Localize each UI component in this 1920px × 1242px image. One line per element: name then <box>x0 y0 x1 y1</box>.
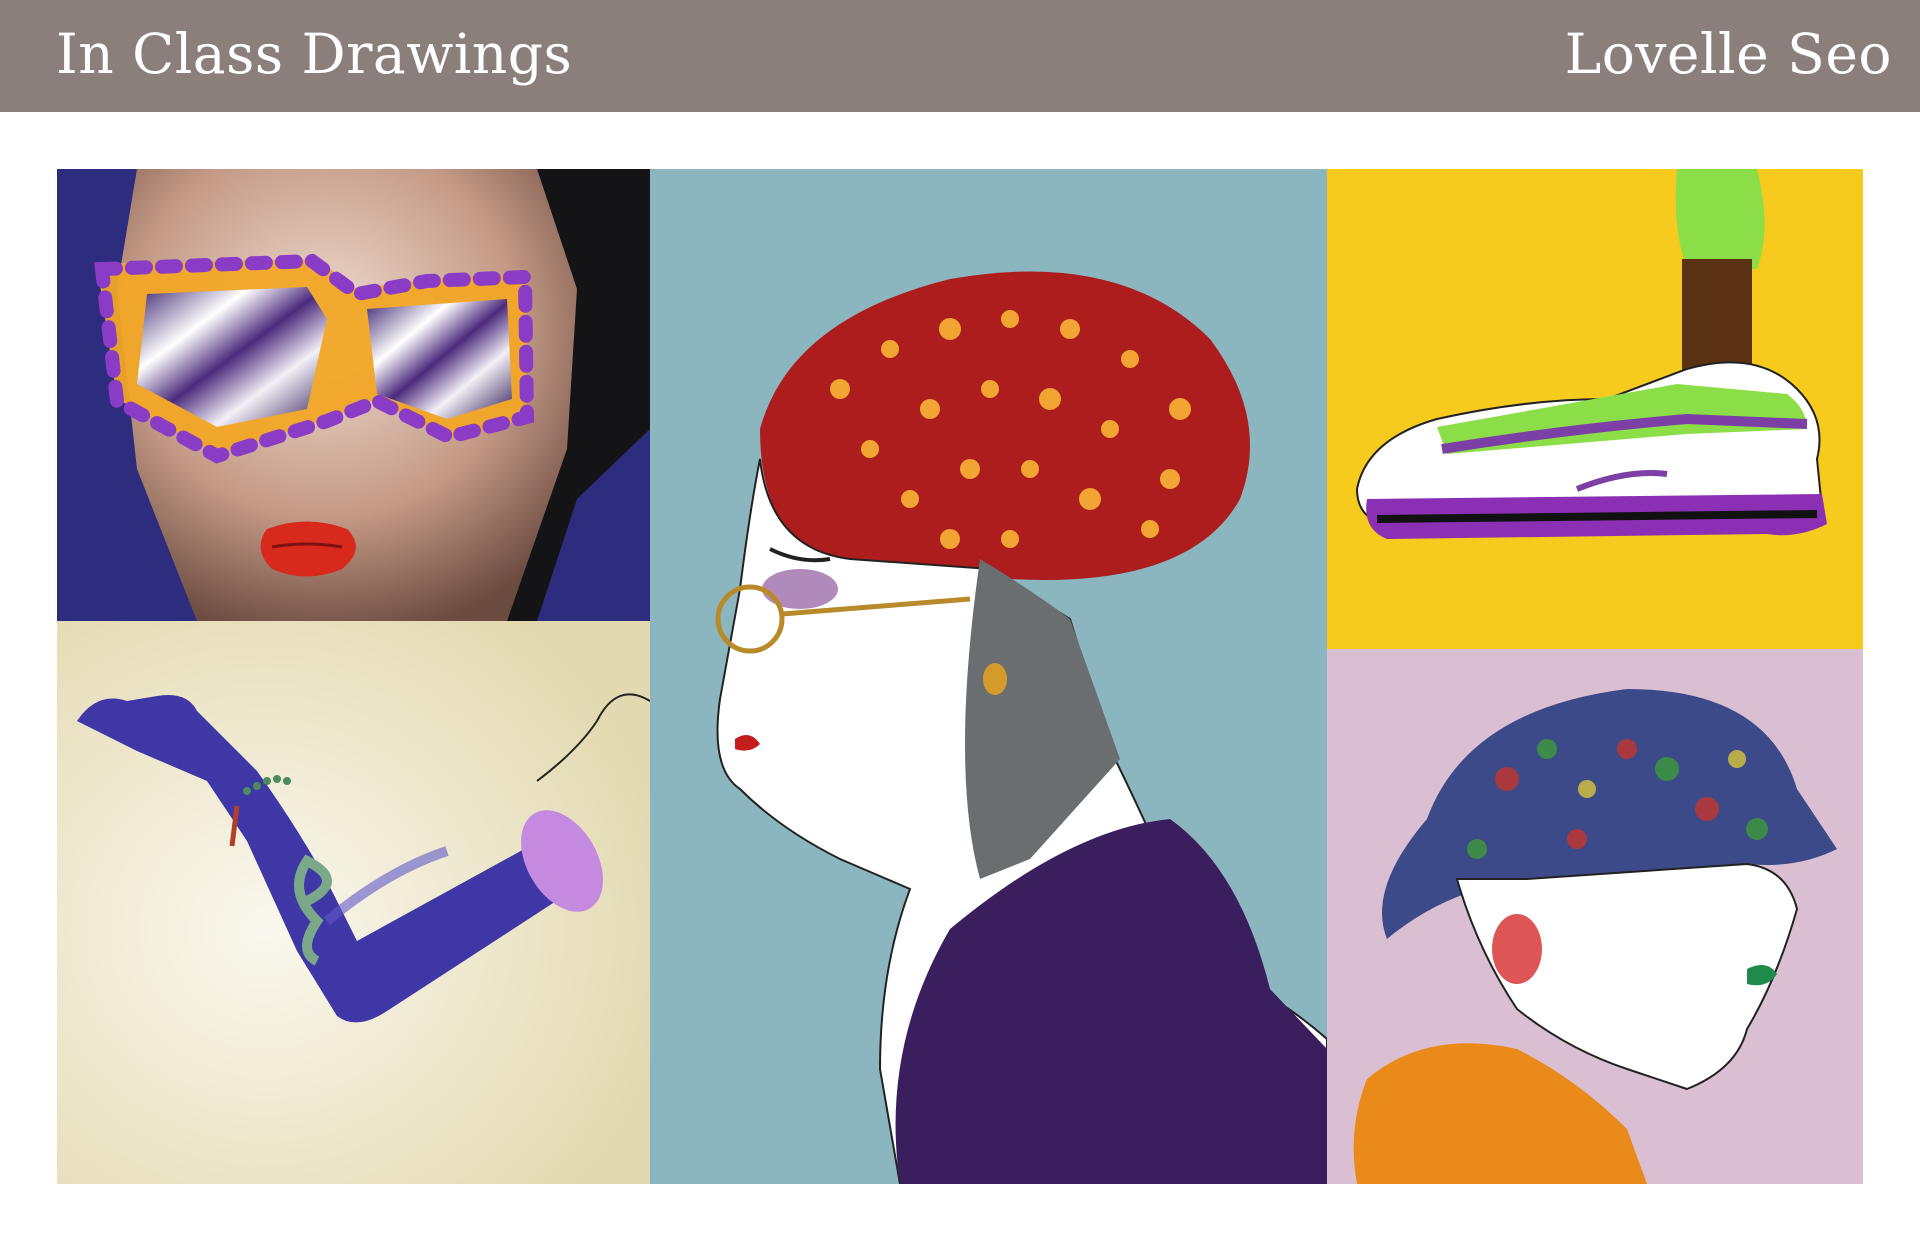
bucket-hat-profile-illustration <box>1327 649 1863 1184</box>
gloved-arm-illustration <box>57 621 650 1184</box>
sunglasses-portrait-illustration <box>57 169 650 621</box>
page-title: In Class Drawings <box>56 22 573 86</box>
leopard-beret-profile-illustration <box>650 169 1327 1184</box>
header-bar: In Class Drawings Lovelle Seo <box>0 0 1920 112</box>
sneaker-illustration <box>1327 169 1863 649</box>
author-name: Lovelle Seo <box>1564 22 1892 86</box>
